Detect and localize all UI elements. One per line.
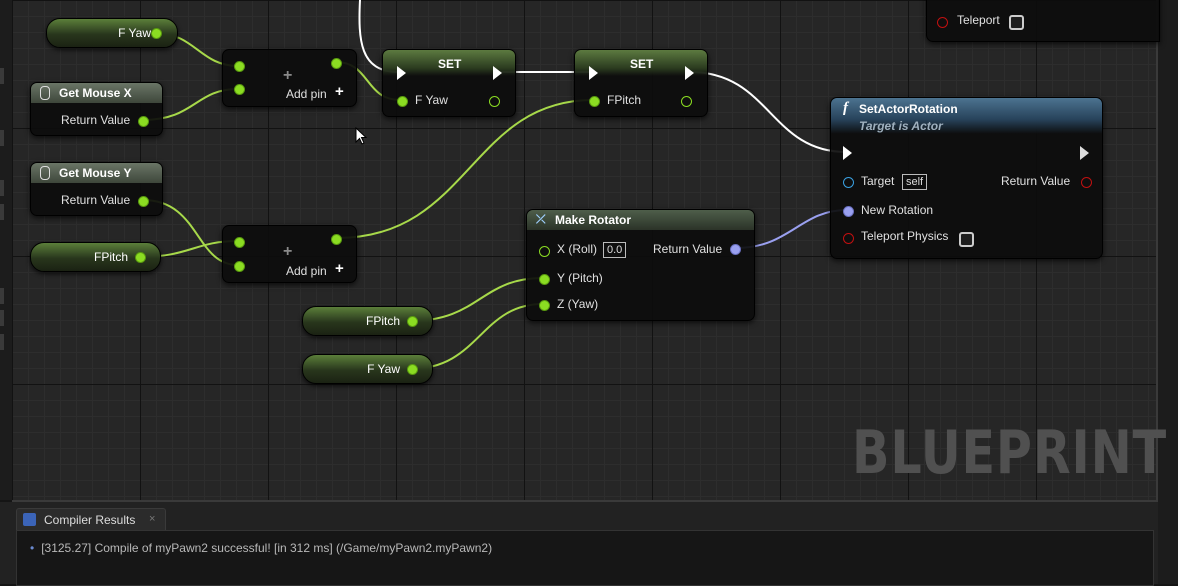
add-input-b-pin[interactable]	[234, 84, 245, 95]
exec-wire-set-to-actor-rotation	[689, 71, 847, 153]
compiler-log: • [3125.27] Compile of myPawn2 successful…	[16, 530, 1154, 586]
make-rotator-node[interactable]: ⤫ Make Rotator X (Roll) 0.0 Return Value…	[526, 209, 755, 321]
roll-value-box[interactable]: 0.0	[603, 242, 627, 258]
pitch-label: Y (Pitch)	[557, 271, 603, 285]
fyaw-output-pin[interactable]	[151, 28, 162, 39]
teleport-checkbox[interactable]	[1009, 15, 1024, 30]
fyaw-variable-node[interactable]: F Yaw	[302, 354, 433, 384]
fpitch-variable-node[interactable]: FPitch	[30, 242, 161, 272]
add-input-a-pin[interactable]	[234, 61, 245, 72]
fpitch-label: FPitch	[93, 250, 128, 264]
set-pitch-node[interactable]: SET FPitch	[574, 49, 708, 117]
add-float-node-top[interactable]: + Add pin +	[222, 49, 357, 107]
close-icon[interactable]: ×	[149, 513, 155, 525]
compiler-results-tab-label: Compiler Results	[44, 513, 136, 527]
mouse-x-return-label: Return Value	[61, 113, 131, 127]
log-text: [3125.27] Compile of myPawn2 successful!…	[41, 541, 493, 555]
return-value-pin[interactable]	[1081, 177, 1092, 188]
mouse-y-return-label: Return Value	[61, 193, 131, 207]
set-actor-rotation-subtitle: Target is Actor	[859, 119, 943, 133]
add-operator-icon: +	[283, 243, 293, 260]
fyaw-label: F Yaw	[118, 26, 151, 40]
partial-function-node[interactable]: Teleport	[926, 0, 1160, 42]
get-mouse-y-title: Get Mouse Y	[59, 166, 132, 180]
set-yaw-node[interactable]: SET F Yaw	[382, 49, 516, 117]
get-mouse-x-title: Get Mouse X	[59, 86, 132, 100]
yaw-pin[interactable]	[539, 300, 550, 311]
mouse-cursor-icon	[355, 127, 368, 145]
set-yaw-output-pin[interactable]	[489, 96, 500, 107]
add-pin-label[interactable]: Add pin	[286, 264, 327, 278]
add-pin-icon[interactable]: +	[335, 260, 344, 277]
exec-out-pin[interactable]	[1080, 146, 1089, 160]
set-actor-rotation-node[interactable]: f SetActorRotation Target is Actor Targe…	[830, 97, 1103, 259]
set-actor-rotation-title: SetActorRotation	[859, 102, 958, 116]
return-value-label: Return Value	[1001, 174, 1071, 188]
teleport-physics-pin[interactable]	[843, 233, 854, 244]
set-pitch-output-pin[interactable]	[681, 96, 692, 107]
make-rotator-title: Make Rotator	[555, 213, 632, 227]
set-pitch-title: SET	[630, 57, 654, 71]
compiler-results-tab[interactable]: Compiler Results ×	[16, 508, 166, 531]
exec-out-pin[interactable]	[685, 66, 694, 80]
function-icon: f	[843, 100, 848, 116]
exec-in-pin[interactable]	[843, 146, 852, 160]
get-mouse-y-header: Get Mouse Y	[31, 163, 162, 183]
log-bullet: •	[30, 541, 35, 555]
new-rotation-pin[interactable]	[843, 206, 854, 217]
pitch-pin[interactable]	[539, 274, 550, 285]
target-value-box[interactable]: self	[902, 174, 928, 190]
mouse-icon	[40, 86, 50, 100]
get-mouse-y-node[interactable]: Get Mouse Y Return Value	[30, 162, 163, 216]
set-yaw-pin-label: F Yaw	[415, 93, 448, 107]
roll-pin[interactable]	[539, 246, 550, 257]
mouse-icon	[40, 166, 50, 180]
teleport-physics-checkbox[interactable]	[959, 232, 974, 247]
make-rotator-icon: ⤫	[536, 212, 546, 226]
mouse-y-return-pin[interactable]	[138, 196, 149, 207]
set-yaw-input-pin[interactable]	[397, 96, 408, 107]
teleport-label: Teleport	[957, 13, 1000, 27]
add-float-node-bottom[interactable]: + Add pin +	[222, 225, 357, 283]
compiler-results-icon	[23, 513, 36, 526]
exec-in-pin[interactable]	[589, 66, 598, 80]
target-label: Target	[861, 174, 895, 188]
add-pin-icon[interactable]: +	[335, 83, 344, 100]
add-input-a-pin[interactable]	[234, 237, 245, 248]
fyaw-label: F Yaw	[367, 362, 400, 376]
new-rotation-label: New Rotation	[861, 203, 934, 217]
exec-out-pin[interactable]	[493, 66, 502, 80]
exec-in-pin[interactable]	[397, 66, 406, 80]
make-rotator-return-pin[interactable]	[730, 244, 741, 255]
set-pitch-input-pin[interactable]	[589, 96, 600, 107]
add-operator-icon: +	[283, 67, 293, 84]
make-rotator-return-label: Return Value	[653, 242, 723, 256]
fpitch-label: FPitch	[365, 314, 400, 328]
set-actor-rotation-header: f SetActorRotation Target is Actor	[831, 98, 1102, 134]
add-pin-label[interactable]: Add pin	[286, 87, 327, 101]
fpitch-variable-node[interactable]: FPitch	[302, 306, 433, 336]
mouse-x-return-pin[interactable]	[138, 116, 149, 127]
add-output-pin[interactable]	[331, 234, 342, 245]
fpitch-output-pin[interactable]	[407, 316, 418, 327]
fyaw-output-pin[interactable]	[407, 364, 418, 375]
roll-label: X (Roll)	[557, 242, 598, 256]
teleport-pin[interactable]	[937, 17, 948, 28]
yaw-label: Z (Yaw)	[557, 297, 599, 311]
make-rotator-header: ⤫ Make Rotator	[527, 210, 754, 230]
add-output-pin[interactable]	[331, 58, 342, 69]
compiler-message: • [3125.27] Compile of myPawn2 successful…	[30, 541, 492, 555]
target-pin[interactable]	[843, 177, 854, 188]
fpitch-output-pin[interactable]	[135, 252, 146, 263]
teleport-physics-label: Teleport Physics	[861, 229, 949, 243]
set-pitch-pin-label: FPitch	[607, 93, 642, 107]
get-mouse-x-header: Get Mouse X	[31, 83, 162, 103]
set-yaw-title: SET	[438, 57, 462, 71]
blueprint-watermark: BLUEPRINT	[852, 418, 1168, 488]
fyaw-variable-node[interactable]: F Yaw	[46, 18, 178, 48]
add-input-b-pin[interactable]	[234, 261, 245, 272]
get-mouse-x-node[interactable]: Get Mouse X Return Value	[30, 82, 163, 136]
